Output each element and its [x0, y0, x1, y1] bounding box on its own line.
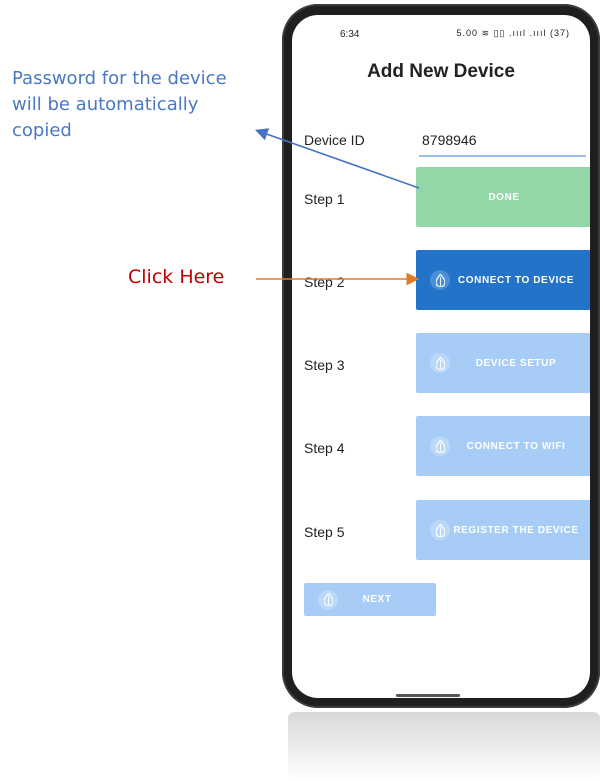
done-button-label: DONE — [488, 191, 520, 203]
next-button-label: NEXT — [362, 594, 392, 605]
step-5-label: Step 5 — [304, 524, 345, 540]
register-device-button[interactable]: REGISTER THE DEVICE — [416, 500, 590, 560]
click-here-annotation: Click Here — [128, 266, 225, 288]
done-button[interactable]: DONE — [416, 167, 590, 227]
register-device-label: REGISTER THE DEVICE — [453, 524, 579, 536]
water-drop-icon — [430, 353, 450, 373]
connect-to-wifi-button[interactable]: CONNECT TO WIFI — [416, 416, 590, 476]
device-id-underline — [419, 155, 586, 157]
connect-to-device-label: CONNECT TO DEVICE — [457, 274, 575, 286]
water-drop-icon — [318, 589, 338, 610]
connect-to-wifi-label: CONNECT TO WIFI — [466, 440, 566, 452]
water-drop-icon — [430, 270, 450, 290]
step-3-label: Step 3 — [304, 357, 345, 373]
device-id-label: Device ID — [304, 132, 365, 148]
water-drop-icon — [430, 520, 450, 540]
page-title: Add New Device — [367, 61, 515, 82]
step-1-label: Step 1 — [304, 191, 345, 207]
step-2-label: Step 2 — [304, 274, 345, 290]
status-icons: 5.00 ≋ ▯▯ .ıııl .ıııl (37) — [456, 28, 570, 38]
phone-screen: 6:34 5.00 ≋ ▯▯ .ıııl .ıııl (37) Add New … — [292, 15, 590, 698]
home-indicator — [396, 694, 460, 697]
next-button[interactable]: NEXT — [304, 583, 436, 616]
device-setup-label: DEVICE SETUP — [475, 357, 557, 369]
connect-to-device-button[interactable]: CONNECT TO DEVICE — [416, 250, 590, 310]
password-annotation: Password for the device will be automati… — [12, 68, 227, 141]
status-time: 6:34 — [340, 29, 360, 40]
phone-reflection — [288, 712, 600, 781]
device-setup-button[interactable]: DEVICE SETUP — [416, 333, 590, 393]
device-id-value: 8798946 — [422, 132, 477, 148]
step-4-label: Step 4 — [304, 440, 345, 456]
water-drop-icon — [430, 436, 450, 456]
